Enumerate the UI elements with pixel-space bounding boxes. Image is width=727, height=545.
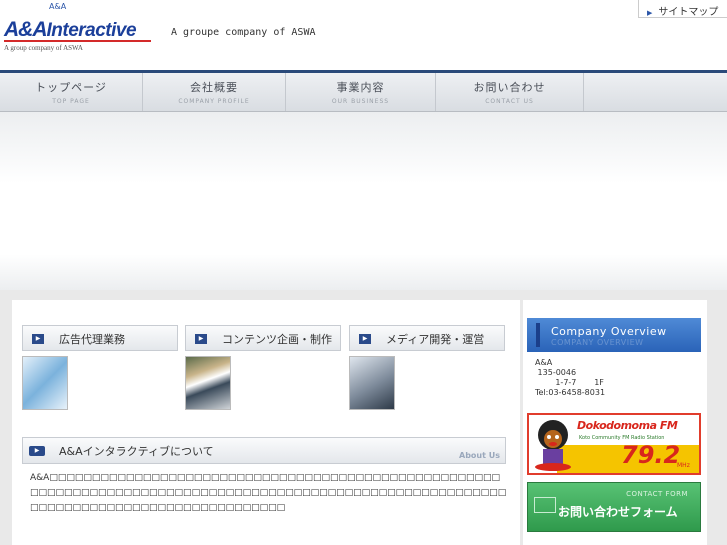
nav-label: トップページ	[35, 81, 107, 94]
about-title-en: About Us	[459, 451, 500, 460]
fm-frequency: 79.2	[621, 441, 681, 469]
nav-company-profile[interactable]: 会社概要 COMPANY PROFILE	[143, 73, 286, 111]
contact-form-button[interactable]: CONTACT FORM お問い合わせフォーム	[527, 482, 701, 532]
play-icon: ▶	[32, 334, 44, 344]
company-overview-header: Company Overview COMPANY OVERVIEW	[527, 318, 701, 352]
play-icon: ▶	[195, 334, 207, 344]
sitemap-link[interactable]: ▶ サイトマップ	[638, 0, 727, 18]
fm-mascot-icon	[535, 420, 571, 471]
company-overview-ghost: COMPANY OVERVIEW	[551, 338, 644, 347]
header-bar	[536, 323, 540, 347]
arrow-right-icon: ▶	[647, 9, 653, 17]
service-contents-image[interactable]	[185, 356, 231, 410]
company-info-line: A&A	[535, 358, 553, 367]
tagline: A groupe company of ASWA	[171, 27, 316, 38]
logo-aa: A&A	[4, 18, 47, 41]
service-advertising-header[interactable]: ▶ 広告代理業務	[22, 325, 178, 351]
nav-sublabel: COMPANY PROFILE	[178, 98, 250, 105]
nav-label: 事業内容	[336, 81, 385, 94]
service-label: メディア開発・運営	[386, 333, 485, 346]
nav-top-page[interactable]: トップページ TOP PAGE	[0, 73, 143, 111]
fm-radio-banner[interactable]: Dokodomoma FM Koto Community FM Radio St…	[527, 413, 701, 475]
about-text: A&A□□□□□□□□□□□□□□□□□□□□□□□□□□□□□□□□□□□□□…	[30, 473, 507, 513]
company-info-line: 1-7-7 1F	[535, 378, 604, 387]
service-media-image[interactable]	[349, 356, 395, 410]
service-label: 広告代理業務	[59, 333, 125, 346]
about-title: A&Aインタラクティブについて	[59, 445, 214, 458]
main-nav: トップページ TOP PAGE 会社概要 COMPANY PROFILE 事業内…	[0, 70, 727, 112]
company-overview-title: Company Overview	[551, 325, 667, 338]
sitemap-label: サイトマップ	[658, 7, 719, 18]
contact-form-en: CONTACT FORM	[626, 490, 688, 498]
company-info-line: 135-0046	[535, 368, 577, 377]
service-label: コンテンツ企画・制作	[222, 333, 332, 346]
about-header: ▶ A&Aインタラクティブについて About Us	[22, 437, 506, 464]
envelope-icon	[534, 497, 556, 513]
sidebar: Company Overview COMPANY OVERVIEW A&A 13…	[523, 300, 707, 545]
nav-sublabel: OUR BUSINESS	[331, 98, 390, 105]
service-advertising-image[interactable]	[22, 356, 68, 410]
top-small-label[interactable]: A&A	[49, 2, 66, 11]
nav-sublabel: TOP PAGE	[52, 98, 90, 105]
fm-title: Dokodomoma FM	[577, 419, 678, 432]
header: A&A A&AInteractive A group company of AS…	[0, 0, 727, 70]
nav-contact-us[interactable]: お問い合わせ CONTACT US	[436, 73, 584, 111]
nav-sublabel: CONTACT US	[485, 98, 534, 105]
nav-our-business[interactable]: 事業内容 OUR BUSINESS	[286, 73, 436, 111]
service-media-header[interactable]: ▶ メディア開発・運営	[349, 325, 505, 351]
company-info: A&A 135-0046 1-7-7 1F Tel:03-6458-8031	[535, 358, 701, 398]
fm-unit: MHz	[677, 462, 690, 469]
nav-label: お問い合わせ	[473, 81, 546, 94]
service-contents-header[interactable]: ▶ コンテンツ企画・制作	[185, 325, 341, 351]
main-panel: ▶ 広告代理業務 ▶ コンテンツ企画・制作 ▶ メディア開発・運営 ▶ A&Aイ…	[12, 300, 520, 545]
logo-interactive: Interactive	[46, 20, 137, 41]
logo[interactable]: A&AInteractive	[4, 18, 137, 42]
contact-form-label: お問い合わせフォーム	[558, 505, 678, 519]
nav-label: 会社概要	[190, 81, 238, 94]
hero-band	[0, 112, 727, 290]
play-icon: ▶	[29, 446, 45, 456]
logo-underline	[4, 40, 151, 42]
play-icon: ▶	[359, 334, 371, 344]
company-info-line: Tel:03-6458-8031	[535, 388, 606, 397]
content-area: ▶ 広告代理業務 ▶ コンテンツ企画・制作 ▶ メディア開発・運営 ▶ A&Aイ…	[0, 290, 727, 545]
logo-subtitle: A group company of ASWA	[4, 44, 83, 52]
